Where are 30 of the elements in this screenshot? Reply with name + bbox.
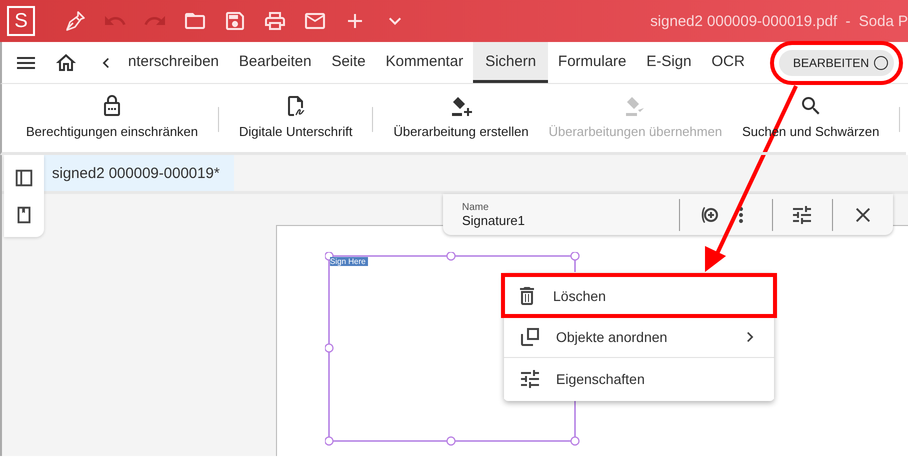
name-value[interactable]: Signature1	[462, 212, 680, 228]
resize-handle[interactable]	[570, 252, 580, 261]
resize-handle[interactable]	[325, 436, 334, 446]
ribbon-tab[interactable]: OCR	[701, 42, 755, 83]
ribbon-tab[interactable]: Bearbeiten	[228, 42, 322, 83]
app-logo[interactable]: S	[7, 6, 35, 36]
ribbon-tab[interactable]: Formulare	[548, 42, 636, 83]
toggle-label: BEARBEITEN	[792, 56, 869, 70]
ribbon-tab[interactable]: E-Sign	[636, 42, 702, 83]
eraser-plus-icon[interactable]	[449, 94, 474, 118]
resize-handle[interactable]	[446, 436, 456, 446]
name-label: Name	[462, 202, 490, 212]
ribbon-button[interactable]: Überarbeitung erstellen	[383, 84, 539, 152]
resize-handle[interactable]	[570, 436, 580, 446]
menu-item[interactable]: Objekte anordnen	[504, 316, 774, 357]
field-label: Sign Here	[330, 257, 368, 266]
ribbon-tab[interactable]: Sichern	[473, 42, 548, 83]
ribbon-tab[interactable]: nterschreiben	[128, 42, 229, 83]
ribbon-tab[interactable]: Kommentar	[376, 42, 474, 83]
document-tab[interactable]: signed2 000009-000019*	[44, 155, 234, 191]
ribbon-button[interactable]: Berechtigungen einschränken	[16, 84, 208, 152]
ribbon-button[interactable]: Digitale Unterschrift	[229, 84, 362, 152]
edit-mode-toggle[interactable]: BEARBEITEN	[778, 50, 894, 76]
window-title: signed2 000009-000019.pdf - Soda P	[650, 12, 908, 30]
menu-item[interactable]: Eigenschaften	[504, 358, 774, 399]
toggle-knob	[874, 56, 888, 70]
menu-item[interactable]: Löschen	[501, 273, 777, 318]
ribbon-tab[interactable]: Seite	[321, 42, 376, 83]
resize-handle[interactable]	[446, 252, 456, 261]
resize-handle[interactable]	[325, 343, 334, 353]
